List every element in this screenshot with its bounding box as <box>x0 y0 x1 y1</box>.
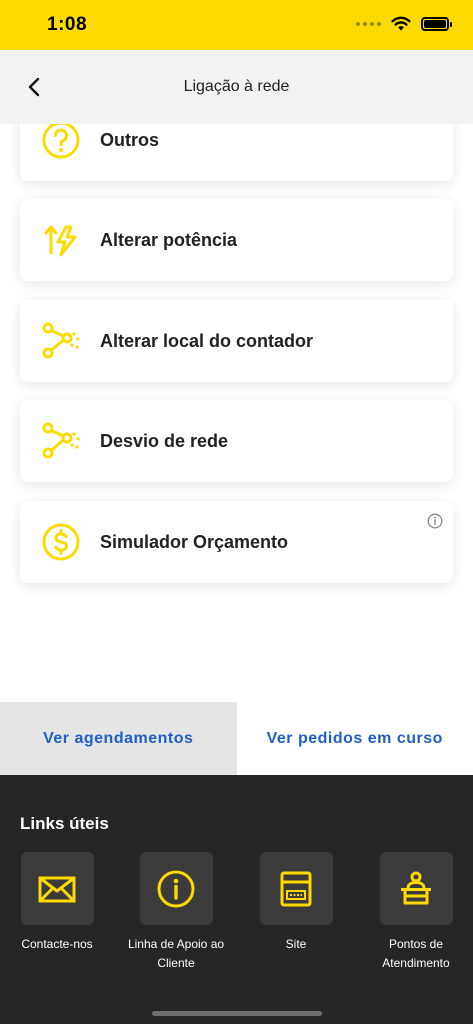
link-label: Pontos de Atendimento <box>382 937 450 970</box>
service-label: Simulador Orçamento <box>100 531 289 552</box>
info-circle-icon <box>157 870 195 907</box>
link-label: Contacte-nos <box>21 937 93 951</box>
route-icon <box>40 420 82 462</box>
service-label: Desvio de rede <box>100 430 229 451</box>
question-icon <box>40 124 82 161</box>
dollar-coin-icon <box>40 521 82 563</box>
tab-requests-in-progress[interactable]: Ver pedidos em curso <box>236 702 473 775</box>
status-bar: 1:08 <box>0 0 473 50</box>
website-icon <box>280 871 312 906</box>
battery-icon <box>421 16 452 31</box>
link-label: Site <box>285 937 307 951</box>
service-card-outros[interactable]: Outros <box>20 124 453 181</box>
link-website[interactable]: Site <box>241 852 351 954</box>
page-title: Ligação à rede <box>183 78 290 95</box>
link-label: Linha de Apoio ao Cliente <box>127 937 225 970</box>
useful-links-title: Links úteis <box>20 814 109 833</box>
service-card-alterar-local-contador[interactable]: Alterar local do contador <box>20 300 453 382</box>
requests-tabs: Ver agendamentos Ver pedidos em curso <box>0 702 473 775</box>
navigation-bar: Ligação à rede <box>0 50 473 124</box>
wifi-icon <box>391 16 411 31</box>
service-label: Alterar local do contador <box>100 330 314 351</box>
link-tile[interactable] <box>379 852 453 925</box>
service-card-desvio-rede[interactable]: Desvio de rede <box>20 400 453 482</box>
envelope-icon <box>38 876 76 902</box>
link-tile[interactable] <box>259 852 333 925</box>
link-customer-support-line[interactable]: Linha de Apoio ao Cliente <box>121 852 231 973</box>
route-icon <box>40 320 82 362</box>
service-label: Outros <box>100 129 160 150</box>
status-icons <box>356 16 452 31</box>
link-tile[interactable] <box>139 852 213 925</box>
cellular-signal-icon <box>356 21 381 26</box>
link-contact-us[interactable]: Contacte-nos <box>2 852 112 954</box>
services-list[interactable]: Outros Alterar potência Alterar local do… <box>0 124 473 701</box>
home-indicator[interactable] <box>152 1011 322 1016</box>
power-change-icon <box>40 219 82 261</box>
service-desk-icon <box>401 871 431 904</box>
service-card-alterar-potencia[interactable]: Alterar potência <box>20 199 453 281</box>
info-icon[interactable] <box>427 513 443 529</box>
link-tile[interactable] <box>20 852 94 925</box>
useful-links-panel: Links úteis Contacte-nos Linha de Apoio … <box>0 775 473 1024</box>
service-label: Alterar potência <box>100 229 238 250</box>
status-time: 1:08 <box>47 14 88 35</box>
link-service-points[interactable]: Pontos de Atendimento <box>361 852 471 973</box>
tab-schedules[interactable]: Ver agendamentos <box>0 702 237 775</box>
service-card-simulador-orcamento[interactable]: Simulador Orçamento <box>20 501 453 583</box>
